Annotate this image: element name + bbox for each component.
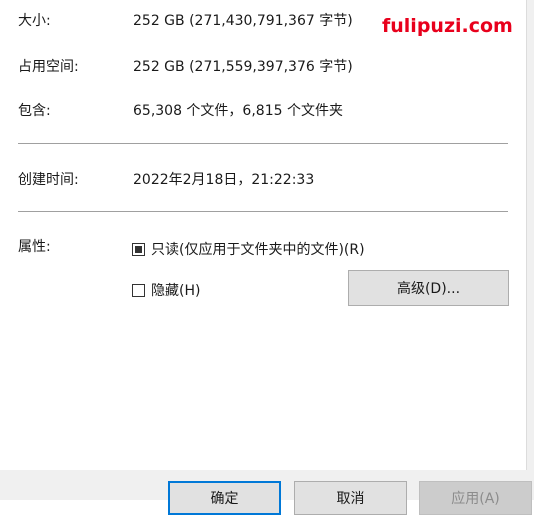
size-on-disk-value: 252 GB (271,559,397,376 字节): [133, 59, 353, 75]
hidden-checkbox-row[interactable]: 隐藏(H): [132, 280, 200, 300]
contains-value: 65,308 个文件，6,815 个文件夹: [133, 103, 343, 119]
window-right-edge: [526, 0, 534, 500]
contains-label: 包含:: [18, 103, 51, 119]
watermark-text: fulipuzi.com: [382, 15, 513, 37]
folder-properties-general-tab: fulipuzi.com 大小: 252 GB (271,430,791,367…: [0, 0, 527, 500]
advanced-button[interactable]: 高级(D)...: [348, 270, 509, 306]
ok-button[interactable]: 确定: [168, 481, 281, 515]
hidden-checkbox[interactable]: [132, 283, 145, 297]
cancel-button[interactable]: 取消: [294, 481, 407, 515]
readonly-checkbox-label[interactable]: 只读(仅应用于文件夹中的文件)(R): [151, 239, 365, 259]
size-label: 大小:: [18, 13, 51, 29]
hidden-checkbox-label[interactable]: 隐藏(H): [151, 280, 200, 300]
created-label: 创建时间:: [18, 172, 79, 188]
attributes-label: 属性:: [18, 239, 51, 255]
section-divider: [18, 211, 508, 212]
readonly-checkbox-row[interactable]: 只读(仅应用于文件夹中的文件)(R): [132, 239, 365, 259]
section-divider: [18, 143, 508, 144]
size-value: 252 GB (271,430,791,367 字节): [133, 13, 353, 29]
created-value: 2022年2月18日，21:22:33: [133, 172, 315, 188]
readonly-checkbox[interactable]: [132, 242, 145, 256]
apply-button[interactable]: 应用(A): [419, 481, 532, 515]
size-on-disk-label: 占用空间:: [18, 59, 79, 75]
